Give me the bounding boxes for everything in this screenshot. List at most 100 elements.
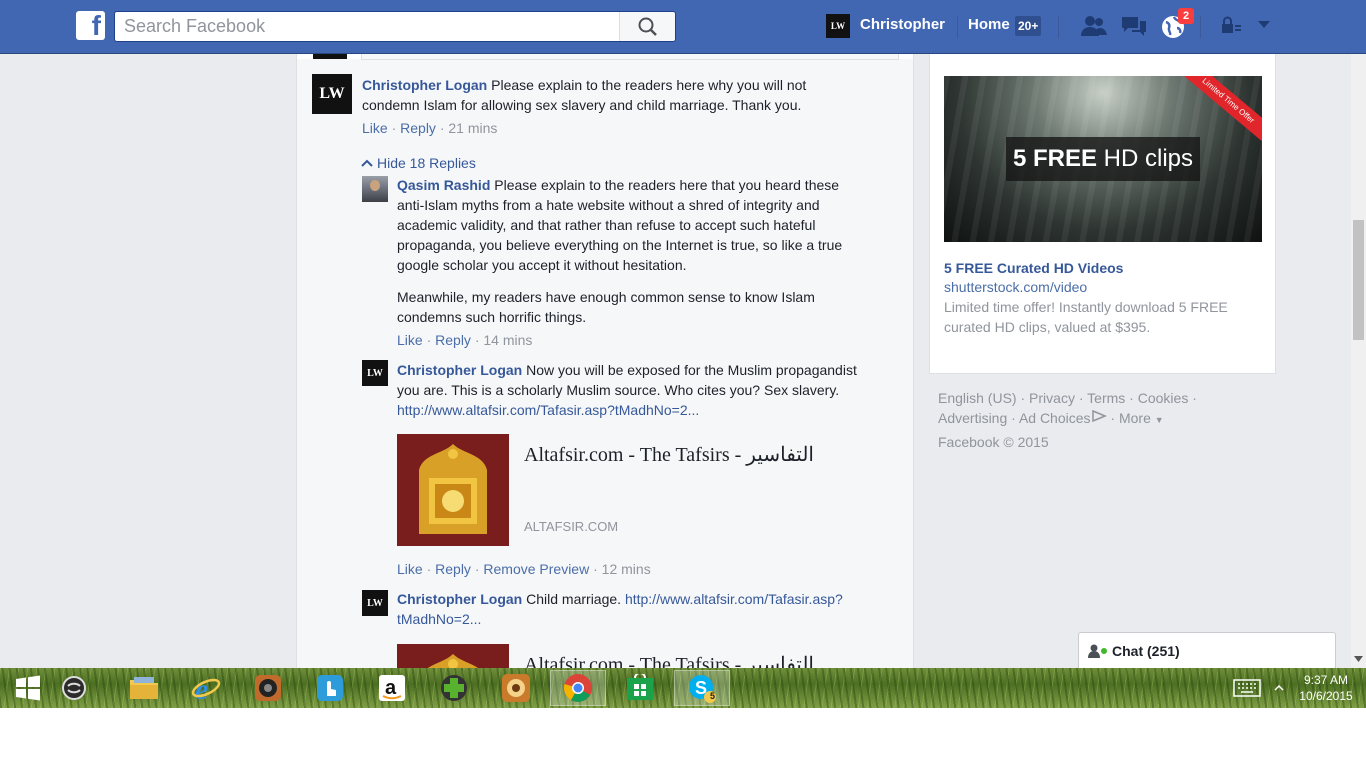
reply-author-link[interactable]: Qasim Rashid bbox=[397, 177, 490, 193]
reply-button[interactable]: Reply bbox=[400, 120, 436, 136]
commenter-avatar[interactable]: LW bbox=[362, 360, 388, 386]
taskbar-touch-app[interactable] bbox=[302, 670, 358, 706]
folder-icon bbox=[130, 677, 158, 699]
page-scrollbar[interactable] bbox=[1351, 54, 1366, 668]
skype-badge: 5 bbox=[710, 691, 716, 701]
ad-description: Limited time offer! Instantly download 5… bbox=[944, 299, 1228, 335]
taskbar-file-explorer[interactable] bbox=[116, 670, 172, 706]
previous-comment-box-edge bbox=[361, 54, 899, 60]
like-button[interactable]: Like bbox=[397, 561, 423, 577]
taskbar-photo-app[interactable] bbox=[488, 670, 544, 706]
show-hidden-icons-chevron-up-icon[interactable] bbox=[1274, 684, 1284, 692]
reply-timestamp[interactable]: 12 mins bbox=[602, 561, 651, 577]
footer-links: English (US) · Privacy · Terms · Cookies… bbox=[938, 390, 1197, 426]
reply-body: Christopher Logan Child marriage. http:/… bbox=[397, 589, 877, 629]
privacy-shortcuts-icon[interactable] bbox=[1220, 14, 1242, 38]
ad-title-link[interactable]: 5 FREE Curated HD Videos bbox=[944, 260, 1123, 276]
scrollbar-thumb[interactable] bbox=[1353, 220, 1364, 340]
footer-link-ad-choices[interactable]: Ad Choices bbox=[1019, 410, 1091, 426]
ad-url[interactable]: shutterstock.com/video bbox=[944, 279, 1087, 295]
internet-explorer-icon: e bbox=[191, 673, 221, 703]
touch-keyboard-icon[interactable] bbox=[1233, 679, 1261, 697]
speaker-icon bbox=[255, 675, 281, 701]
notifications-badge: 2 bbox=[1178, 8, 1194, 24]
circular-app-icon bbox=[62, 676, 86, 700]
like-button[interactable]: Like bbox=[397, 332, 423, 348]
hide-replies-link[interactable]: Hide 18 Replies bbox=[361, 154, 476, 172]
like-button[interactable]: Like bbox=[362, 120, 388, 136]
chat-label: Chat (251) bbox=[1112, 643, 1180, 659]
comment-thread: LW Christopher Logan Please explain to t… bbox=[297, 59, 913, 668]
messages-icon[interactable] bbox=[1120, 14, 1148, 38]
commenter-avatar[interactable]: LW bbox=[312, 74, 352, 114]
windows-taskbar: e a S 5 9:37 AM 10/6/2015 bbox=[0, 668, 1366, 708]
scroll-down-arrow-icon[interactable] bbox=[1354, 656, 1363, 662]
reply-url-link[interactable]: http://www.altafsir.com/Tafasir.asp?tMad… bbox=[397, 402, 699, 418]
link-preview-card[interactable]: Altafsir.com - The Tafsirs - التفاسير AL… bbox=[397, 434, 877, 546]
footer-link-advertising[interactable]: Advertising bbox=[938, 410, 1007, 426]
home-link[interactable]: Home bbox=[968, 16, 1010, 33]
commenter-avatar[interactable]: LW bbox=[362, 590, 388, 616]
footer-link-terms[interactable]: Terms bbox=[1087, 390, 1125, 406]
reply-author-link[interactable]: Christopher Logan bbox=[397, 362, 522, 378]
profile-avatar[interactable]: LW bbox=[826, 14, 850, 38]
comment-timestamp[interactable]: 21 mins bbox=[448, 120, 497, 136]
reply-text: Child marriage. bbox=[522, 591, 625, 607]
reply-body: Qasim Rashid Please explain to the reade… bbox=[397, 175, 867, 275]
home-count-badge: 20+ bbox=[1015, 16, 1042, 36]
taskbar-chrome[interactable] bbox=[550, 670, 606, 706]
taskbar-game-app[interactable] bbox=[426, 670, 482, 706]
preview-title[interactable]: Altafsir.com - The Tafsirs - التفاسير bbox=[524, 442, 814, 467]
commenter-avatar-photo[interactable] bbox=[362, 176, 388, 202]
reply-text-paragraph: Meanwhile, my readers have enough common… bbox=[397, 289, 815, 325]
comment-author-link[interactable]: Christopher Logan bbox=[362, 77, 487, 93]
search-input[interactable] bbox=[115, 12, 620, 41]
taskbar-app-settings[interactable] bbox=[46, 670, 102, 706]
more-chevron-down-icon: ▼ bbox=[1154, 415, 1164, 425]
preview-title[interactable]: Altafsir.com - The Tafsirs - التفاسير bbox=[524, 652, 814, 668]
reply-author-link[interactable]: Christopher Logan bbox=[397, 591, 522, 607]
nav-divider bbox=[1058, 16, 1059, 38]
remove-preview-button[interactable]: Remove Preview bbox=[483, 561, 589, 577]
screenshot-bottom-margin bbox=[0, 708, 1366, 768]
windows-store-icon bbox=[627, 674, 653, 700]
photo-app-icon bbox=[502, 674, 530, 702]
reply-body: Christopher Logan Now you will be expose… bbox=[397, 360, 877, 420]
footer-link-more[interactable]: More bbox=[1119, 410, 1151, 426]
windows-logo-icon bbox=[16, 675, 40, 701]
clock-time: 9:37 AM bbox=[1303, 673, 1349, 687]
friend-requests-icon[interactable] bbox=[1080, 14, 1108, 38]
comment-body: Christopher Logan Please explain to the … bbox=[362, 75, 862, 115]
chat-sidebar-tab[interactable]: Chat (251) bbox=[1078, 632, 1336, 668]
reply-button[interactable]: Reply bbox=[435, 332, 471, 348]
green-plus-icon bbox=[441, 675, 467, 701]
system-clock[interactable]: 9:37 AM 10/6/2015 bbox=[1294, 672, 1358, 704]
reply-button[interactable]: Reply bbox=[435, 561, 471, 577]
reply-timestamp[interactable]: 14 mins bbox=[483, 332, 532, 348]
altafsir-quran-thumbnail bbox=[397, 434, 509, 546]
search-icon bbox=[638, 17, 657, 36]
facebook-logo-icon[interactable]: f bbox=[76, 10, 105, 41]
reply-actions: Like · Reply · Remove Preview · 12 mins bbox=[397, 561, 651, 577]
chrome-icon bbox=[563, 674, 592, 702]
ad-choices-icon bbox=[1091, 409, 1107, 423]
account-menu-chevron-down-icon[interactable] bbox=[1256, 20, 1272, 30]
amazon-icon: a bbox=[379, 675, 405, 701]
screen: f LW Christopher Home 20+ 2 bbox=[0, 0, 1366, 708]
footer-link-cookies[interactable]: Cookies bbox=[1138, 390, 1189, 406]
link-preview-card[interactable]: Altafsir.com - The Tafsirs - التفاسير bbox=[397, 644, 877, 668]
comment-actions: Like · Reply · 21 mins bbox=[362, 120, 498, 136]
copyright-text: Facebook © 2015 bbox=[938, 434, 1049, 450]
taskbar-skype[interactable]: S 5 bbox=[674, 670, 730, 706]
taskbar-store[interactable] bbox=[612, 670, 668, 706]
footer-link-language[interactable]: English (US) bbox=[938, 390, 1017, 406]
hand-touch-icon bbox=[317, 675, 343, 701]
footer-link-privacy[interactable]: Privacy bbox=[1029, 390, 1075, 406]
taskbar-amazon[interactable]: a bbox=[364, 670, 420, 706]
search-button[interactable] bbox=[619, 12, 675, 41]
profile-link[interactable]: Christopher bbox=[860, 16, 945, 33]
ad-image[interactable]: 5 FREE HD clips Limited Time Offer bbox=[944, 76, 1262, 242]
taskbar-media-app[interactable] bbox=[240, 670, 296, 706]
reply-actions: Like · Reply · 14 mins bbox=[397, 332, 533, 348]
taskbar-internet-explorer[interactable]: e bbox=[178, 670, 234, 706]
